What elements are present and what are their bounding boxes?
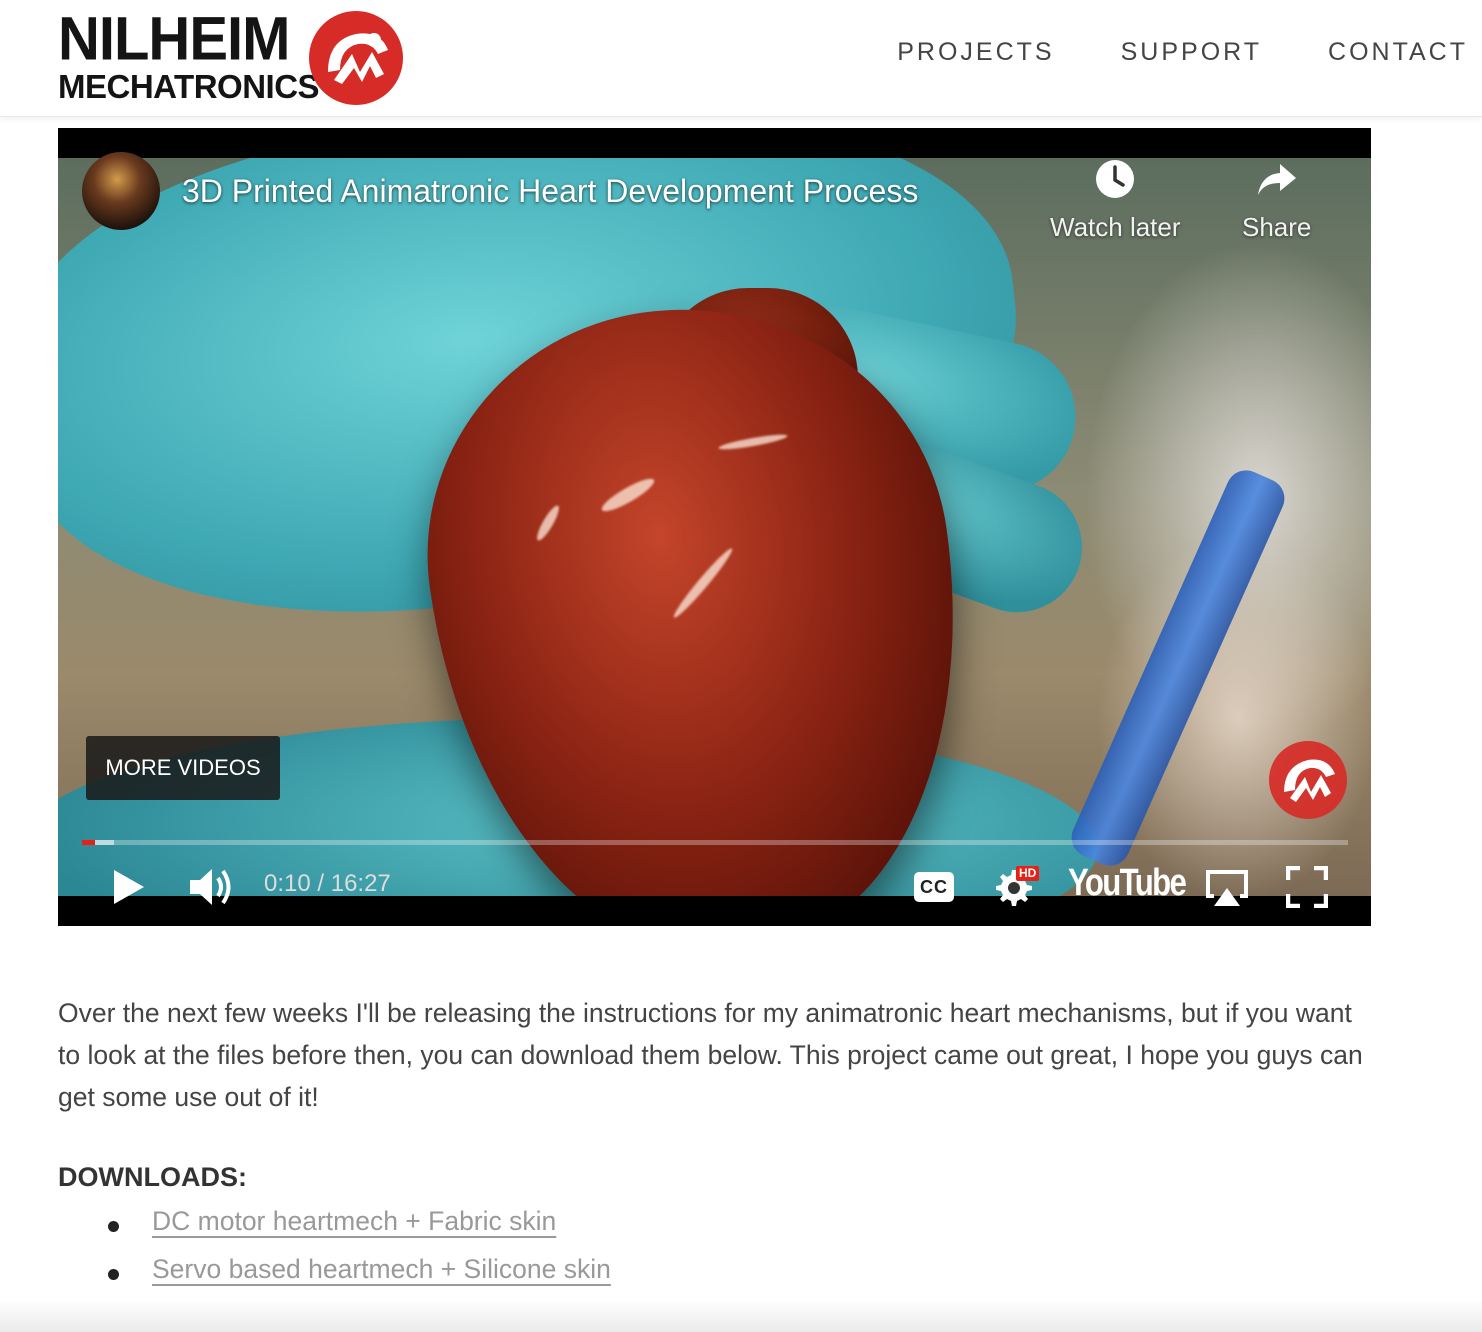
main-nav: PROJECTS SUPPORT CONTACT (897, 38, 1468, 67)
airplay-icon[interactable] (1202, 866, 1252, 910)
play-icon[interactable] (112, 868, 146, 906)
nav-link-contact[interactable]: CONTACT (1328, 38, 1468, 67)
progress-played (82, 840, 95, 845)
download-link-servo[interactable]: Servo based heartmech + Silicone skin (152, 1254, 611, 1285)
time-display: 0:10 / 16:27 (264, 870, 391, 897)
fullscreen-icon[interactable] (1286, 866, 1328, 908)
watch-later-button[interactable]: Watch later (1050, 158, 1181, 243)
volume-icon[interactable] (188, 866, 234, 908)
bullet-icon (108, 1269, 119, 1280)
nav-link-support[interactable]: SUPPORT (1121, 38, 1262, 67)
share-arrow-icon (1257, 164, 1296, 195)
bullet-icon (108, 1221, 119, 1232)
captions-button[interactable]: CC (914, 872, 954, 902)
download-link-dc-motor[interactable]: DC motor heartmech + Fabric skin (152, 1206, 556, 1237)
captions-label: CC (920, 877, 948, 897)
logo-text-line1: NILHEIM (58, 4, 290, 73)
clock-icon (1096, 160, 1135, 198)
bottom-fade (0, 1300, 1482, 1332)
player-controls: 0:10 / 16:27 CC HD YouTube (58, 850, 1371, 926)
video-title-bar: 3D Printed Animatronic Heart Development… (82, 152, 918, 230)
site-header: NILHEIM MECHATRONICS PROJECTS SUPPORT CO… (0, 0, 1482, 117)
video-scene-tape (1065, 463, 1291, 873)
settings-button[interactable]: HD (994, 866, 1040, 908)
hd-badge: HD (1016, 866, 1040, 881)
nav-link-projects[interactable]: PROJECTS (897, 38, 1054, 67)
share-label: Share (1242, 212, 1312, 242)
video-progress-bar[interactable] (82, 840, 1348, 845)
more-videos-button[interactable]: MORE VIDEOS (86, 736, 280, 800)
downloads-heading: DOWNLOADS: (58, 1162, 247, 1192)
watch-later-label: Watch later (1050, 212, 1181, 242)
youtube-logo[interactable]: YouTube (1068, 862, 1187, 905)
share-button[interactable]: Share (1242, 158, 1311, 243)
youtube-embed[interactable]: 3D Printed Animatronic Heart Development… (58, 128, 1371, 926)
nilheim-logo-icon (309, 11, 403, 105)
video-title[interactable]: 3D Printed Animatronic Heart Development… (182, 173, 918, 210)
channel-watermark-icon[interactable] (1268, 740, 1348, 820)
article-paragraph: Over the next few weeks I'll be releasin… (58, 998, 1363, 1112)
logo-text-line2: MECHATRONICS (58, 68, 320, 105)
channel-avatar[interactable] (82, 152, 160, 230)
